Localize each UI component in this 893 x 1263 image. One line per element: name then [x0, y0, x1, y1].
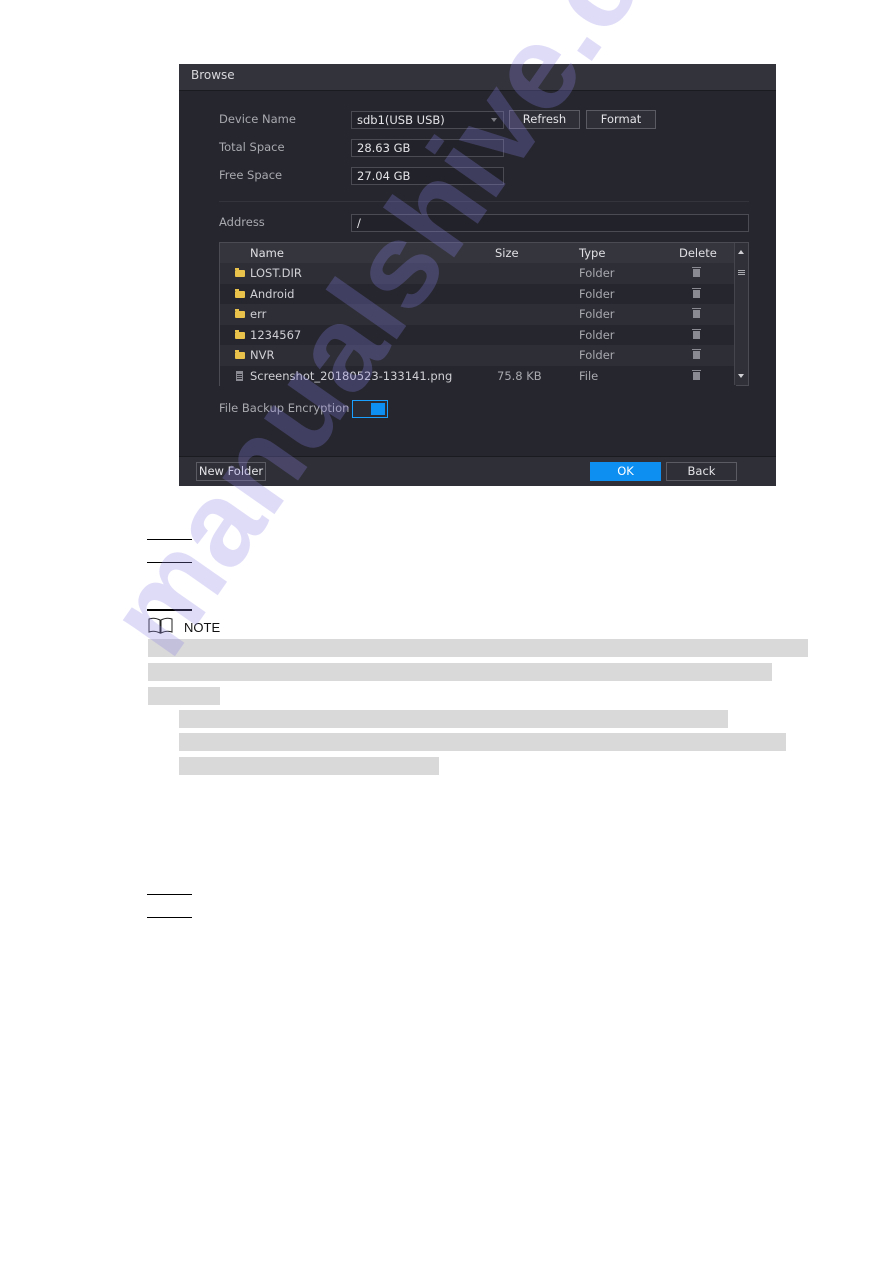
note-rule	[147, 609, 192, 611]
row-name: err	[250, 307, 267, 321]
redacted-text-line	[148, 687, 220, 705]
ok-button[interactable]: OK	[590, 462, 661, 481]
row-name: Screenshot_20180523-133141.png	[250, 368, 453, 383]
trash-icon[interactable]	[692, 267, 701, 277]
trash-icon[interactable]	[692, 287, 701, 298]
table-row[interactable]: 1234567 Folder	[220, 324, 736, 345]
dialog-footer: New Folder OK Back	[179, 456, 776, 486]
trash-icon[interactable]	[692, 369, 701, 380]
column-header-name[interactable]: Name	[250, 246, 284, 260]
scroll-down-icon[interactable]	[738, 374, 744, 378]
step-underline	[147, 894, 192, 895]
step-underline	[147, 562, 192, 563]
column-header-delete: Delete	[679, 246, 717, 260]
redacted-text-line	[179, 710, 728, 728]
column-header-size[interactable]: Size	[495, 246, 519, 260]
table-row[interactable]: err Folder	[220, 304, 736, 325]
table-row[interactable]: Screenshot_20180523-133141.png 75.8 KB F…	[220, 365, 736, 386]
trash-icon[interactable]	[692, 349, 701, 359]
step-underline	[147, 917, 192, 918]
dialog-title: Browse	[191, 68, 235, 82]
browse-dialog: Browse Device Name sdb1(USB USB) Refresh…	[179, 64, 776, 486]
row-type: Folder	[579, 348, 615, 362]
table-row[interactable]: Android Folder	[220, 283, 736, 304]
folder-icon	[235, 309, 245, 318]
table-scrollbar[interactable]	[734, 243, 748, 385]
redacted-text-line	[179, 733, 786, 751]
encryption-label: File Backup Encryption	[219, 401, 350, 415]
row-type: Folder	[579, 266, 615, 280]
redacted-text-line	[148, 639, 808, 657]
row-name: NVR	[250, 348, 275, 362]
trash-icon[interactable]	[692, 328, 701, 339]
folder-icon	[235, 288, 245, 298]
redacted-text-line	[179, 757, 439, 775]
row-name: LOST.DIR	[250, 266, 302, 280]
device-name-value: sdb1(USB USB)	[357, 113, 445, 127]
scroll-thumb-icon[interactable]	[738, 270, 745, 271]
row-size: 75.8 KB	[497, 368, 542, 383]
divider	[219, 201, 749, 202]
step-underline	[147, 539, 192, 540]
row-type: File	[579, 368, 599, 383]
new-folder-button[interactable]: New Folder	[196, 462, 266, 481]
total-space-label: Total Space	[219, 140, 285, 154]
total-space-field: 28.63 GB	[351, 139, 504, 157]
book-icon	[148, 617, 173, 634]
column-header-type[interactable]: Type	[579, 246, 605, 260]
refresh-button[interactable]: Refresh	[509, 110, 580, 129]
folder-icon	[235, 329, 245, 339]
chevron-down-icon	[491, 118, 497, 122]
device-name-select[interactable]: sdb1(USB USB)	[351, 111, 504, 129]
device-name-label: Device Name	[219, 112, 296, 126]
dialog-title-bar: Browse	[179, 64, 776, 91]
address-label: Address	[219, 215, 265, 229]
row-name: 1234567	[250, 327, 302, 342]
format-button[interactable]: Format	[586, 110, 656, 129]
back-button[interactable]: Back	[666, 462, 737, 481]
redacted-text-line	[148, 663, 772, 681]
table-header: Name Size Type Delete	[220, 243, 736, 263]
toggle-knob	[371, 403, 385, 415]
encryption-toggle[interactable]	[352, 400, 388, 418]
file-icon	[236, 370, 243, 381]
row-name: Android	[250, 286, 295, 301]
scroll-up-icon[interactable]	[738, 250, 744, 254]
folder-icon	[235, 350, 245, 359]
address-input[interactable]: /	[351, 214, 749, 232]
free-space-label: Free Space	[219, 168, 283, 182]
trash-icon[interactable]	[692, 308, 701, 318]
table-row[interactable]: NVR Folder	[220, 345, 736, 366]
note-label: NOTE	[184, 620, 221, 635]
file-table: Name Size Type Delete LOST.DIR Folder An…	[219, 242, 749, 386]
row-type: Folder	[579, 286, 615, 301]
table-row[interactable]: LOST.DIR Folder	[220, 263, 736, 284]
folder-icon	[235, 268, 245, 277]
free-space-field: 27.04 GB	[351, 167, 504, 185]
row-type: Folder	[579, 307, 615, 321]
row-type: Folder	[579, 327, 615, 342]
